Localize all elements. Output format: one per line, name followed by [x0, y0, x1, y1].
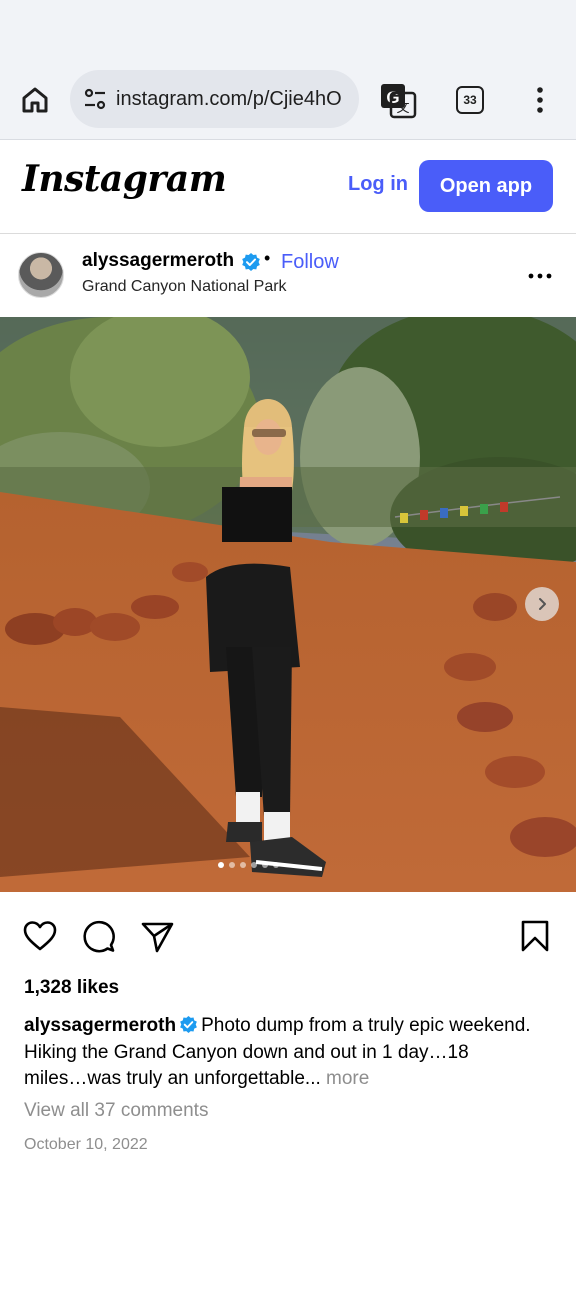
- separator-dot: •: [264, 248, 271, 268]
- verified-badge-icon: [179, 1015, 198, 1034]
- post-actions: [0, 912, 576, 962]
- url-text[interactable]: instagram.com/p/Cjie4hO: [116, 88, 356, 111]
- more-horiz-icon[interactable]: [528, 264, 552, 288]
- caption-more-link[interactable]: more: [326, 1068, 369, 1089]
- avatar[interactable]: [18, 252, 64, 298]
- caption-username[interactable]: alyssagermeroth: [24, 1015, 176, 1036]
- instagram-logo[interactable]: Instagram: [22, 158, 227, 200]
- login-link[interactable]: Log in: [348, 173, 408, 196]
- instagram-header: Instagram Log in Open app: [0, 140, 576, 234]
- post-date: October 10, 2022: [24, 1136, 148, 1153]
- post-photo[interactable]: [0, 317, 576, 892]
- svg-text:文: 文: [396, 101, 409, 116]
- send-icon[interactable]: [139, 918, 175, 954]
- tune-icon[interactable]: [82, 86, 108, 112]
- carousel-dot: [262, 862, 268, 868]
- chevron-right-icon[interactable]: [525, 587, 559, 621]
- open-app-button[interactable]: Open app: [419, 160, 553, 212]
- browser-toolbar: instagram.com/p/Cjie4hO G 文 33: [0, 62, 576, 140]
- verified-badge-icon: [241, 252, 261, 272]
- home-icon[interactable]: [17, 82, 53, 118]
- tab-count-button[interactable]: 33: [456, 86, 484, 114]
- comment-icon[interactable]: [80, 918, 116, 954]
- translate-icon[interactable]: G 文: [378, 80, 418, 120]
- post-username[interactable]: alyssagermeroth: [82, 250, 234, 272]
- heart-icon[interactable]: [22, 918, 58, 954]
- carousel-dot: [240, 862, 246, 868]
- more-vert-icon[interactable]: [528, 82, 552, 118]
- carousel-dot: [273, 862, 279, 868]
- carousel-dot: [251, 862, 257, 868]
- carousel-dot: [229, 862, 235, 868]
- carousel-indicator: [218, 862, 279, 868]
- post-location[interactable]: Grand Canyon National Park: [82, 278, 287, 296]
- like-count[interactable]: 1,328 likes: [24, 977, 119, 999]
- follow-button[interactable]: Follow: [281, 251, 339, 274]
- bookmark-icon[interactable]: [517, 918, 553, 954]
- tab-count: 33: [463, 93, 477, 107]
- post-caption: alyssagermeroth Photo dump from a truly …: [24, 1013, 534, 1093]
- carousel-dot: [218, 862, 224, 868]
- post-header: alyssagermeroth • Follow Grand Canyon Na…: [0, 234, 576, 316]
- view-comments-link[interactable]: View all 37 comments: [24, 1100, 208, 1122]
- address-bar[interactable]: instagram.com/p/Cjie4hO: [70, 70, 359, 128]
- status-bar: [0, 0, 576, 62]
